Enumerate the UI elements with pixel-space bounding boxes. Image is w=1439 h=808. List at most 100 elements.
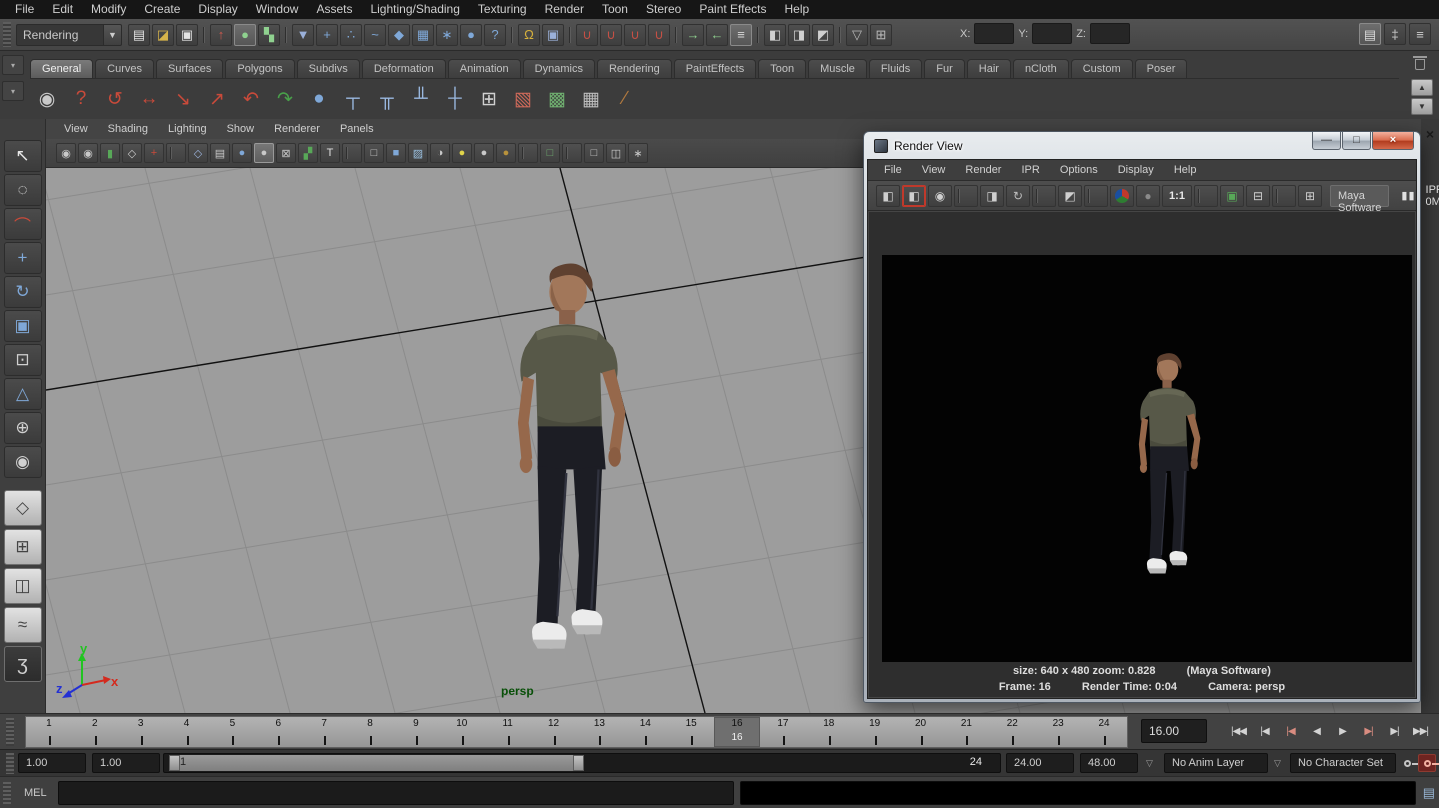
mask-misc-icon[interactable]: ? — [484, 24, 506, 46]
menu-item[interactable]: Modify — [82, 0, 135, 19]
menu-item[interactable]: Render — [536, 0, 593, 19]
range-slider-track[interactable]: 1 24 — [163, 753, 1001, 773]
script-editor-icon[interactable]: ▤ — [1423, 785, 1435, 801]
open-render-settings-icon[interactable]: ⊞ — [1298, 185, 1322, 207]
scale-tool[interactable]: ▣ — [4, 310, 42, 342]
time-slider-ruler[interactable]: 1 2 3 4 5 6 7 8 — [25, 716, 1128, 748]
playback-range[interactable] — [169, 755, 584, 771]
mask-dynamics-icon[interactable]: ∗ — [436, 24, 458, 46]
render-view-menu-item[interactable]: Options — [1050, 160, 1108, 181]
frame-cell[interactable]: 3 — [118, 717, 164, 747]
toolbar-grip-handle[interactable] — [3, 22, 11, 47]
render-view-menu-item[interactable]: IPR — [1011, 160, 1049, 181]
render-settings-icon[interactable]: ◩ — [812, 24, 834, 46]
anim-layer-select[interactable]: No Anim Layer — [1164, 753, 1268, 773]
range-bar-grip[interactable] — [6, 753, 14, 774]
lock-selection-icon[interactable]: Ω — [518, 24, 540, 46]
animation-end-field[interactable]: 48.00 — [1080, 753, 1138, 773]
snap-curve-icon[interactable]: ∪ — [600, 24, 622, 46]
new-scene-icon[interactable]: ▤ — [128, 24, 150, 46]
frame-cell[interactable]: 22 — [989, 717, 1035, 747]
command-language-toggle[interactable]: MEL — [24, 787, 54, 799]
channel-box-toggle-icon[interactable]: ≡ — [1409, 23, 1431, 45]
highlight-selection-icon[interactable]: ▣ — [542, 24, 564, 46]
close-button[interactable]: × — [1372, 132, 1414, 150]
panel-menu-item[interactable]: View — [54, 119, 98, 139]
undo-view-icon[interactable]: ↶ — [236, 84, 266, 114]
snapshot-icon[interactable]: ◉ — [928, 185, 952, 207]
shelf-tab[interactable]: General — [30, 59, 93, 78]
rotate-tool[interactable]: ↻ — [4, 276, 42, 308]
remove-image-icon[interactable]: ⊟ — [1246, 185, 1270, 207]
shelf-tab[interactable]: Muscle — [808, 59, 867, 78]
shelf-tab[interactable]: Subdivs — [297, 59, 360, 78]
menu-item[interactable]: Toon — [593, 0, 637, 19]
shelf-tab[interactable]: Toon — [758, 59, 806, 78]
x-coordinate-field[interactable] — [974, 23, 1014, 44]
mask-curves-icon[interactable]: ~ — [364, 24, 386, 46]
reparent-nodes-icon[interactable]: ┼ — [440, 84, 470, 114]
wireframe-icon[interactable]: ◇ — [188, 143, 208, 163]
open-scene-icon[interactable]: ◪ — [152, 24, 174, 46]
paint-brush-icon[interactable]: ∕ — [610, 84, 640, 114]
frame-cell[interactable]: 20 — [898, 717, 944, 747]
frame-cell[interactable]: 7 — [301, 717, 347, 747]
wire-cube-icon[interactable]: □ — [364, 143, 384, 163]
frame-cell[interactable]: 11 — [485, 717, 531, 747]
light-default-icon[interactable]: ● — [474, 143, 494, 163]
render-frame-icon[interactable]: ◧ — [764, 24, 786, 46]
panel-menu-item[interactable]: Lighting — [158, 119, 217, 139]
camera-select-icon[interactable]: ◉ — [56, 143, 76, 163]
layout-persp-graph[interactable]: ≈ — [4, 607, 42, 643]
one-to-one-icon[interactable]: 1:1 — [1162, 185, 1192, 207]
shelf-menu-arrow-icon[interactable]: ▾ — [2, 81, 24, 101]
frame-cell[interactable]: 15 — [668, 717, 714, 747]
ipr-redo-icon[interactable]: ◨ — [980, 185, 1004, 207]
close-icon[interactable]: × — [1423, 127, 1437, 141]
frame-cell[interactable]: 12 — [531, 717, 577, 747]
mel-command-input[interactable] — [58, 781, 734, 805]
menu-item[interactable]: Window — [247, 0, 308, 19]
play-backwards-button[interactable]: ◀ — [1304, 719, 1329, 743]
paint-selection-tool[interactable]: ⌒ — [4, 208, 42, 240]
go-to-end-button[interactable]: ▶▶| — [1408, 719, 1433, 743]
frame-cell[interactable]: 1 — [26, 717, 72, 747]
selection-mask-field-icon[interactable]: ⊞ — [870, 24, 892, 46]
bounding-box-icon[interactable]: ⊠ — [276, 143, 296, 163]
snap-point-icon[interactable]: ∪ — [624, 24, 646, 46]
shelf-tab-arrow-icon[interactable]: ▾ — [2, 55, 24, 75]
step-back-frame-button[interactable]: |◀ — [1252, 719, 1277, 743]
frame-cell[interactable]: 21 — [944, 717, 990, 747]
textured-icon[interactable]: ▞ — [298, 143, 318, 163]
alpha-channel-icon[interactable]: ● — [1136, 185, 1160, 207]
select-tool[interactable]: ↖ — [4, 140, 42, 172]
ipr-refresh-icon[interactable]: ↻ — [1006, 185, 1030, 207]
minimize-button[interactable]: — — [1312, 132, 1341, 150]
shelf-tab[interactable]: Polygons — [225, 59, 294, 78]
redo-view-icon[interactable]: ↷ — [270, 84, 300, 114]
menu-item[interactable]: Help — [776, 0, 819, 19]
panel-menu-item[interactable]: Show — [217, 119, 265, 139]
shelf-tab[interactable]: Dynamics — [523, 59, 595, 78]
shelf-tab[interactable]: Poser — [1135, 59, 1188, 78]
render-current-frame-icon[interactable]: ◧ — [902, 185, 926, 207]
mask-handles-icon[interactable]: + — [316, 24, 338, 46]
range-start-handle[interactable] — [169, 755, 180, 771]
construction-history-icon[interactable]: ≡ — [730, 24, 752, 46]
shaded-cube-icon[interactable]: ■ — [386, 143, 406, 163]
character-set-select[interactable]: No Character Set — [1290, 753, 1396, 773]
menu-set-value[interactable]: Rendering — [16, 24, 104, 46]
select-component-icon[interactable]: ▚ — [258, 24, 280, 46]
menu-item[interactable]: Paint Effects — [690, 0, 775, 19]
render-view-menu-item[interactable]: File — [874, 160, 912, 181]
parent-nodes-icon[interactable]: ╥ — [372, 84, 402, 114]
menu-item[interactable]: Texturing — [469, 0, 536, 19]
shelf-tab[interactable]: Fluids — [869, 59, 922, 78]
range-end-handle[interactable] — [573, 755, 584, 771]
multi-pane-icon[interactable]: ◫ — [606, 143, 626, 163]
attribute-editor-toggle-icon[interactable]: ▤ — [1359, 23, 1381, 45]
zoom-camera-icon[interactable]: ↗ — [202, 84, 232, 114]
shelf-tab[interactable]: PaintEffects — [674, 59, 757, 78]
frame-cell[interactable]: 14 — [622, 717, 668, 747]
renderer-select[interactable]: Maya Software — [1330, 185, 1389, 207]
